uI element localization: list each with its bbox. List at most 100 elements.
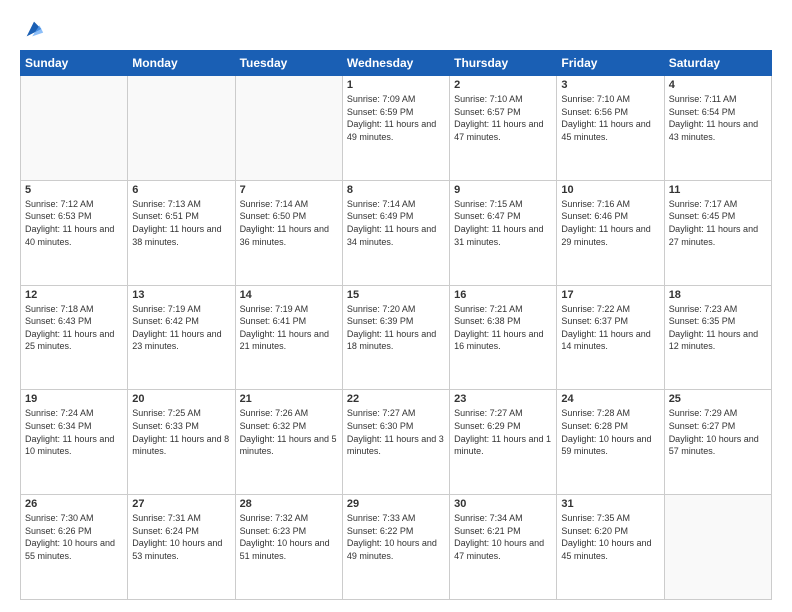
calendar-cell: 6 Sunrise: 7:13 AM Sunset: 6:51 PM Daylig… (128, 180, 235, 285)
day-number: 4 (669, 79, 767, 91)
day-number: 20 (132, 393, 230, 405)
day-info: Sunrise: 7:34 AM Sunset: 6:21 PM Dayligh… (454, 512, 552, 562)
day-info: Sunrise: 7:31 AM Sunset: 6:24 PM Dayligh… (132, 512, 230, 562)
day-info: Sunrise: 7:12 AM Sunset: 6:53 PM Dayligh… (25, 198, 123, 248)
day-number: 30 (454, 498, 552, 510)
day-info: Sunrise: 7:24 AM Sunset: 6:34 PM Dayligh… (25, 407, 123, 457)
calendar-cell: 28 Sunrise: 7:32 AM Sunset: 6:23 PM Dayli… (235, 495, 342, 600)
day-number: 3 (561, 79, 659, 91)
day-info: Sunrise: 7:30 AM Sunset: 6:26 PM Dayligh… (25, 512, 123, 562)
day-number: 12 (25, 289, 123, 301)
day-info: Sunrise: 7:17 AM Sunset: 6:45 PM Dayligh… (669, 198, 767, 248)
day-number: 17 (561, 289, 659, 301)
day-number: 27 (132, 498, 230, 510)
day-header-friday: Friday (557, 51, 664, 76)
day-info: Sunrise: 7:15 AM Sunset: 6:47 PM Dayligh… (454, 198, 552, 248)
day-number: 9 (454, 184, 552, 196)
day-info: Sunrise: 7:19 AM Sunset: 6:42 PM Dayligh… (132, 303, 230, 353)
day-number: 25 (669, 393, 767, 405)
day-number: 2 (454, 79, 552, 91)
calendar-cell: 23Sunrise: 7:27 AM Sunset: 6:29 PM Dayli… (450, 390, 557, 495)
calendar-cell: 24 Sunrise: 7:28 AM Sunset: 6:28 PM Dayli… (557, 390, 664, 495)
calendar-header-row: SundayMondayTuesdayWednesdayThursdayFrid… (21, 51, 772, 76)
day-number: 15 (347, 289, 445, 301)
calendar-cell (21, 76, 128, 181)
calendar-cell: 5 Sunrise: 7:12 AM Sunset: 6:53 PM Daylig… (21, 180, 128, 285)
calendar-cell: 17 Sunrise: 7:22 AM Sunset: 6:37 PM Dayli… (557, 285, 664, 390)
page-header (20, 16, 772, 40)
day-header-tuesday: Tuesday (235, 51, 342, 76)
day-info: Sunrise: 7:18 AM Sunset: 6:43 PM Dayligh… (25, 303, 123, 353)
calendar-cell: 18 Sunrise: 7:23 AM Sunset: 6:35 PM Dayli… (664, 285, 771, 390)
day-info: Sunrise: 7:13 AM Sunset: 6:51 PM Dayligh… (132, 198, 230, 248)
day-info: Sunrise: 7:22 AM Sunset: 6:37 PM Dayligh… (561, 303, 659, 353)
calendar-table: SundayMondayTuesdayWednesdayThursdayFrid… (20, 50, 772, 600)
day-info: Sunrise: 7:32 AM Sunset: 6:23 PM Dayligh… (240, 512, 338, 562)
day-info: Sunrise: 7:25 AM Sunset: 6:33 PM Dayligh… (132, 407, 230, 457)
day-number: 28 (240, 498, 338, 510)
calendar-cell: 11 Sunrise: 7:17 AM Sunset: 6:45 PM Dayli… (664, 180, 771, 285)
calendar-cell: 7Sunrise: 7:14 AM Sunset: 6:50 PM Daylig… (235, 180, 342, 285)
day-info: Sunrise: 7:21 AM Sunset: 6:38 PM Dayligh… (454, 303, 552, 353)
calendar-cell: 14Sunrise: 7:19 AM Sunset: 6:41 PM Dayli… (235, 285, 342, 390)
calendar-week-4: 19 Sunrise: 7:24 AM Sunset: 6:34 PM Dayli… (21, 390, 772, 495)
calendar-week-1: 1 Sunrise: 7:09 AM Sunset: 6:59 PM Daylig… (21, 76, 772, 181)
day-info: Sunrise: 7:09 AM Sunset: 6:59 PM Dayligh… (347, 93, 445, 143)
day-number: 7 (240, 184, 338, 196)
calendar-cell: 10 Sunrise: 7:16 AM Sunset: 6:46 PM Dayli… (557, 180, 664, 285)
calendar-cell: 26Sunrise: 7:30 AM Sunset: 6:26 PM Dayli… (21, 495, 128, 600)
day-info: Sunrise: 7:23 AM Sunset: 6:35 PM Dayligh… (669, 303, 767, 353)
calendar-cell: 12 Sunrise: 7:18 AM Sunset: 6:43 PM Dayli… (21, 285, 128, 390)
day-info: Sunrise: 7:10 AM Sunset: 6:57 PM Dayligh… (454, 93, 552, 143)
day-header-monday: Monday (128, 51, 235, 76)
day-info: Sunrise: 7:26 AM Sunset: 6:32 PM Dayligh… (240, 407, 338, 457)
day-info: Sunrise: 7:10 AM Sunset: 6:56 PM Dayligh… (561, 93, 659, 143)
day-number: 18 (669, 289, 767, 301)
day-number: 21 (240, 393, 338, 405)
day-info: Sunrise: 7:27 AM Sunset: 6:29 PM Dayligh… (454, 407, 552, 457)
day-info: Sunrise: 7:20 AM Sunset: 6:39 PM Dayligh… (347, 303, 445, 353)
calendar-cell: 8 Sunrise: 7:14 AM Sunset: 6:49 PM Daylig… (342, 180, 449, 285)
day-info: Sunrise: 7:11 AM Sunset: 6:54 PM Dayligh… (669, 93, 767, 143)
logo-icon (23, 18, 45, 40)
day-header-sunday: Sunday (21, 51, 128, 76)
calendar-cell: 3 Sunrise: 7:10 AM Sunset: 6:56 PM Daylig… (557, 76, 664, 181)
day-number: 8 (347, 184, 445, 196)
logo (20, 16, 45, 40)
day-number: 29 (347, 498, 445, 510)
calendar-cell: 1 Sunrise: 7:09 AM Sunset: 6:59 PM Daylig… (342, 76, 449, 181)
calendar-cell: 25Sunrise: 7:29 AM Sunset: 6:27 PM Dayli… (664, 390, 771, 495)
calendar-week-2: 5 Sunrise: 7:12 AM Sunset: 6:53 PM Daylig… (21, 180, 772, 285)
day-number: 19 (25, 393, 123, 405)
calendar-cell: 2 Sunrise: 7:10 AM Sunset: 6:57 PM Daylig… (450, 76, 557, 181)
day-number: 31 (561, 498, 659, 510)
day-info: Sunrise: 7:28 AM Sunset: 6:28 PM Dayligh… (561, 407, 659, 457)
day-number: 1 (347, 79, 445, 91)
day-info: Sunrise: 7:35 AM Sunset: 6:20 PM Dayligh… (561, 512, 659, 562)
calendar-cell: 27 Sunrise: 7:31 AM Sunset: 6:24 PM Dayli… (128, 495, 235, 600)
day-info: Sunrise: 7:33 AM Sunset: 6:22 PM Dayligh… (347, 512, 445, 562)
calendar-cell: 9 Sunrise: 7:15 AM Sunset: 6:47 PM Daylig… (450, 180, 557, 285)
calendar-cell: 19 Sunrise: 7:24 AM Sunset: 6:34 PM Dayli… (21, 390, 128, 495)
day-number: 5 (25, 184, 123, 196)
day-header-saturday: Saturday (664, 51, 771, 76)
day-header-thursday: Thursday (450, 51, 557, 76)
calendar-cell: 13Sunrise: 7:19 AM Sunset: 6:42 PM Dayli… (128, 285, 235, 390)
day-number: 24 (561, 393, 659, 405)
calendar-week-3: 12 Sunrise: 7:18 AM Sunset: 6:43 PM Dayli… (21, 285, 772, 390)
day-info: Sunrise: 7:14 AM Sunset: 6:49 PM Dayligh… (347, 198, 445, 248)
day-number: 6 (132, 184, 230, 196)
day-number: 16 (454, 289, 552, 301)
day-number: 10 (561, 184, 659, 196)
calendar-cell: 16 Sunrise: 7:21 AM Sunset: 6:38 PM Dayli… (450, 285, 557, 390)
calendar-week-5: 26Sunrise: 7:30 AM Sunset: 6:26 PM Dayli… (21, 495, 772, 600)
day-info: Sunrise: 7:16 AM Sunset: 6:46 PM Dayligh… (561, 198, 659, 248)
calendar-cell: 29 Sunrise: 7:33 AM Sunset: 6:22 PM Dayli… (342, 495, 449, 600)
calendar-cell: 15 Sunrise: 7:20 AM Sunset: 6:39 PM Dayli… (342, 285, 449, 390)
day-info: Sunrise: 7:19 AM Sunset: 6:41 PM Dayligh… (240, 303, 338, 353)
calendar-cell (128, 76, 235, 181)
calendar-cell (235, 76, 342, 181)
day-number: 11 (669, 184, 767, 196)
day-number: 22 (347, 393, 445, 405)
calendar-cell: 21 Sunrise: 7:26 AM Sunset: 6:32 PM Dayli… (235, 390, 342, 495)
